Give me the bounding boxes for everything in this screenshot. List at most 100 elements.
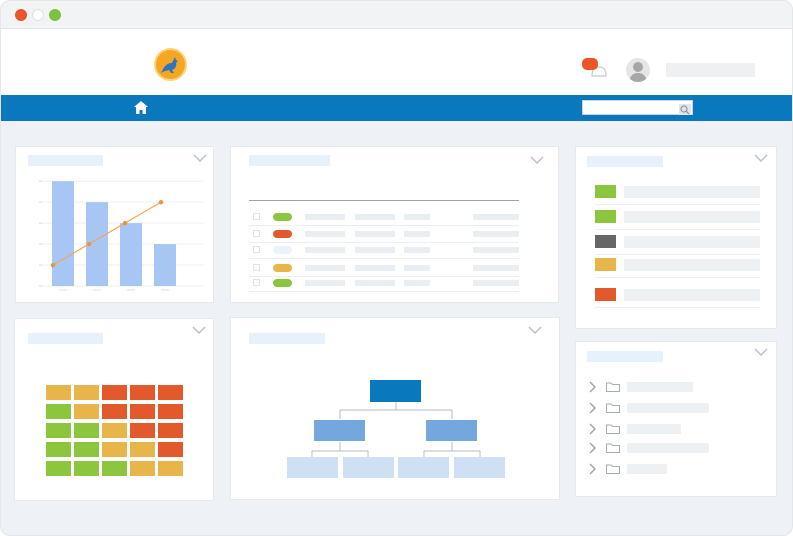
- table-row[interactable]: [231, 210, 560, 224]
- legend-swatch: [595, 288, 616, 301]
- heatmap-cell[interactable]: [102, 461, 127, 476]
- folder-tree-widget-title: [587, 351, 663, 362]
- heatmap-cell[interactable]: [74, 442, 99, 457]
- chart-line-point: [86, 241, 92, 247]
- heatmap-cell[interactable]: [46, 385, 71, 400]
- row-checkbox[interactable]: [253, 213, 260, 220]
- tree-item[interactable]: [576, 381, 778, 393]
- row-checkbox[interactable]: [253, 230, 260, 237]
- heatmap-cell[interactable]: [158, 442, 183, 457]
- org-node-level3[interactable]: [343, 457, 394, 478]
- status-badge: [273, 246, 292, 254]
- legend-item[interactable]: [576, 235, 778, 249]
- heatmap-cell[interactable]: [46, 423, 71, 438]
- org-node-level3[interactable]: [454, 457, 505, 478]
- heatmap-widget: [14, 318, 214, 501]
- status-badge: [273, 264, 292, 272]
- legend-item[interactable]: [576, 210, 778, 224]
- user-avatar[interactable]: [626, 58, 650, 82]
- heatmap-cell[interactable]: [130, 423, 155, 438]
- heatmap-cell[interactable]: [102, 442, 127, 457]
- org-node-level3[interactable]: [398, 457, 449, 478]
- chevron-down-icon[interactable]: [192, 326, 206, 334]
- heatmap-cell[interactable]: [130, 461, 155, 476]
- tree-item[interactable]: [576, 463, 778, 475]
- table-row[interactable]: [231, 276, 560, 290]
- table-widget-title: [249, 155, 330, 166]
- chart-line-point: [158, 199, 164, 205]
- minimize-window-button[interactable]: [32, 9, 44, 21]
- status-badge: [273, 279, 292, 287]
- chevron-right-icon[interactable]: [589, 442, 597, 454]
- tree-item-label: [627, 403, 709, 413]
- row-divider: [249, 258, 519, 259]
- heatmap-cell[interactable]: [74, 423, 99, 438]
- table-row[interactable]: [231, 261, 560, 275]
- legend-item[interactable]: [576, 258, 778, 272]
- notification-button[interactable]: [582, 58, 608, 80]
- chevron-right-icon[interactable]: [589, 381, 597, 393]
- table-cell: [305, 280, 345, 286]
- org-node-level3[interactable]: [287, 457, 338, 478]
- heatmap-cell[interactable]: [46, 461, 71, 476]
- kangaroo-logo-icon[interactable]: [154, 48, 187, 81]
- table-row[interactable]: [231, 227, 560, 241]
- legend-swatch: [595, 185, 616, 198]
- tree-item-label: [627, 382, 693, 392]
- heatmap-cell[interactable]: [102, 423, 127, 438]
- chevron-right-icon[interactable]: [589, 402, 597, 414]
- chevron-right-icon[interactable]: [589, 423, 597, 435]
- search-input[interactable]: [582, 100, 693, 115]
- tree-item[interactable]: [576, 402, 778, 414]
- row-divider: [595, 204, 760, 205]
- chevron-down-icon[interactable]: [754, 154, 768, 162]
- maximize-window-button[interactable]: [49, 9, 61, 21]
- legend-label: [624, 289, 760, 301]
- heatmap-cell[interactable]: [102, 385, 127, 400]
- heatmap-cell[interactable]: [46, 442, 71, 457]
- heatmap-cell[interactable]: [74, 404, 99, 419]
- heatmap-cell[interactable]: [130, 442, 155, 457]
- home-button[interactable]: [134, 101, 148, 114]
- app-header: [1, 29, 792, 95]
- legend-label: [624, 236, 760, 248]
- heatmap-cell[interactable]: [102, 404, 127, 419]
- legend-widget-title: [587, 156, 663, 167]
- search-button[interactable]: [679, 102, 691, 115]
- heatmap-cell[interactable]: [158, 404, 183, 419]
- chevron-down-icon[interactable]: [754, 348, 768, 356]
- chart-bar: [154, 244, 176, 286]
- legend-item[interactable]: [576, 288, 778, 302]
- tree-item[interactable]: [576, 442, 778, 454]
- table-cell: [473, 265, 519, 271]
- table-cell: [305, 265, 345, 271]
- table-cell: [404, 247, 430, 253]
- org-chart-widget: [230, 317, 560, 500]
- user-name-placeholder[interactable]: [666, 63, 755, 77]
- heatmap-cell[interactable]: [130, 385, 155, 400]
- legend-item[interactable]: [576, 185, 778, 199]
- chart-line-point: [122, 220, 128, 226]
- bell-icon: [582, 58, 607, 77]
- org-node-root[interactable]: [370, 380, 421, 402]
- row-checkbox[interactable]: [253, 246, 260, 253]
- table-cell: [305, 247, 345, 253]
- chevron-right-icon[interactable]: [589, 463, 597, 475]
- app-window: [0, 0, 793, 536]
- heatmap-cell[interactable]: [158, 423, 183, 438]
- org-node-level2[interactable]: [426, 420, 477, 441]
- row-checkbox[interactable]: [253, 279, 260, 286]
- heatmap-cell[interactable]: [158, 461, 183, 476]
- tree-item[interactable]: [576, 423, 778, 435]
- chevron-down-icon[interactable]: [530, 156, 544, 164]
- org-node-level2[interactable]: [314, 420, 365, 441]
- row-checkbox[interactable]: [253, 264, 260, 271]
- heatmap-cell[interactable]: [130, 404, 155, 419]
- title-bar: [1, 1, 792, 29]
- heatmap-cell[interactable]: [46, 404, 71, 419]
- close-window-button[interactable]: [15, 9, 27, 21]
- heatmap-cell[interactable]: [74, 461, 99, 476]
- table-row[interactable]: [231, 243, 560, 257]
- heatmap-cell[interactable]: [74, 385, 99, 400]
- heatmap-cell[interactable]: [158, 385, 183, 400]
